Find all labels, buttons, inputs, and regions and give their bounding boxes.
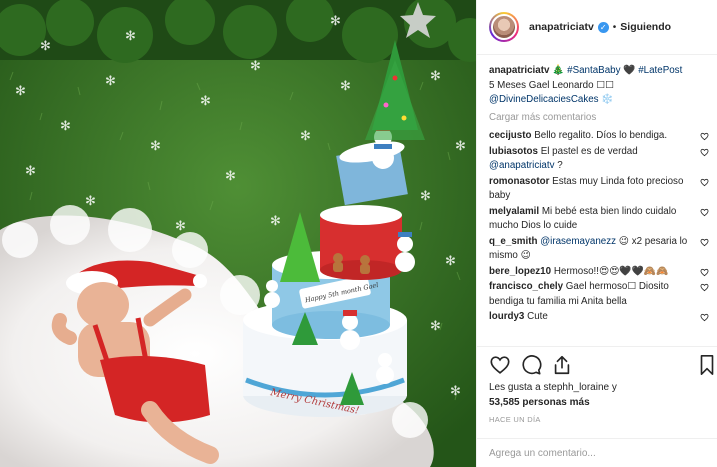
heart-icon[interactable] [489,354,511,376]
post-caption: anapatriciatv 🎄 #SantaBaby 🖤 #LatePost 5… [489,64,709,108]
comment-item: francisco_chely Gael hermoso☐ Diosito be… [489,280,709,309]
comment-text: ? [554,160,563,171]
comment-text: Bello regalito. Díos lo bendiga. [534,130,668,141]
share-icon[interactable] [551,354,573,376]
comment-list: cecijusto Bello regalito. Díos lo bendig… [489,129,709,325]
comment-username[interactable]: lubiasotos [489,146,538,157]
svg-text:✻: ✻ [225,169,236,184]
caption-username[interactable]: anapatriciatv [489,65,549,76]
comment-item: cecijusto Bello regalito. Díos lo bendig… [489,129,709,144]
svg-text:✻: ✻ [330,14,341,29]
likes-count[interactable]: 53,585 [489,397,520,408]
post-actions: Les gusta a stephh_loraine y 53,585 pers… [477,346,717,438]
caption-line: 5 Meses Gael Leonardo ☐☐ [489,79,614,91]
comment-like-heart-icon[interactable] [700,268,709,277]
bookmark-icon[interactable] [699,354,715,376]
svg-text:✻: ✻ [175,219,186,234]
comment-text: El pastel es de verdad [540,145,638,157]
svg-text:✻: ✻ [15,84,26,99]
svg-text:✻: ✻ [85,194,96,209]
post-photo[interactable]: ✻✻✻ ✻✻✻ ✻✻✻ ✻✻✻ ✻✻✻ ✻✻✻ ✻✻✻ ✻✻ Merry Chr… [0,0,476,467]
svg-text:✻: ✻ [445,254,456,269]
comment-username[interactable]: cecijusto [489,130,531,141]
svg-text:✻: ✻ [60,119,71,134]
comment-item: bere_lopez10 Hermoso!!😍😍🖤🖤🙈🙈 [489,265,709,280]
comment-item: lourdy3 Cute [489,310,709,325]
comment-item: romonasotor Estas muy Linda foto precios… [489,175,709,204]
comment-username[interactable]: romonasotor [489,176,549,187]
likes-summary: Les gusta a stephh_loraine y 53,585 pers… [489,381,617,410]
svg-text:✻: ✻ [250,59,261,74]
following-button[interactable]: Siguiendo [620,21,671,33]
comment-like-heart-icon[interactable] [700,238,709,247]
svg-text:✻: ✻ [300,129,311,144]
svg-text:✻: ✻ [270,214,281,229]
svg-text:✻: ✻ [455,139,466,154]
likes-line[interactable]: Les gusta a stephh_loraine y [489,381,617,396]
svg-text:✻: ✻ [340,79,351,94]
comment-like-heart-icon[interactable] [700,148,709,157]
hashtag-latepost[interactable]: #LatePost [638,65,682,76]
comment-item: melyalamil Mi bebé esta bien lindo cuida… [489,205,709,234]
comment-like-heart-icon[interactable] [700,132,709,141]
action-bar [489,354,714,378]
comment-username[interactable]: q_e_smith [489,236,537,247]
comment-like-heart-icon[interactable] [700,178,709,187]
likes-count-suffix[interactable]: personas más [520,397,589,408]
snow-emoji: ❄️ [601,94,614,105]
header-username[interactable]: anapatriciatv [529,21,594,33]
tree-emoji: 🎄 [552,65,565,76]
comment-item: lubiasotos El pastel es de verdad @anapa… [489,145,709,174]
svg-text:✻: ✻ [430,319,441,334]
add-comment-bar [477,438,717,467]
svg-text:✻: ✻ [420,189,431,204]
christmas-cake-baby-image: ✻✻✻ ✻✻✻ ✻✻✻ ✻✻✻ ✻✻✻ ✻✻✻ ✻✻✻ ✻✻ Merry Chr… [0,0,476,467]
comment-username[interactable]: melyalamil [489,206,539,217]
post-side-panel: anapatriciatv ✓ • Siguiendo anapatriciat… [476,0,717,467]
caption-mention[interactable]: @DivineDelicaciesCakes [489,94,599,105]
svg-text:✻: ✻ [200,94,211,109]
svg-text:✻: ✻ [125,29,136,44]
svg-text:✻: ✻ [430,69,441,84]
comment-like-heart-icon[interactable] [700,208,709,217]
svg-text:✻: ✻ [105,74,116,89]
svg-text:✻: ✻ [150,139,161,154]
comment-icon[interactable] [520,354,542,376]
load-more-comments-link[interactable]: Cargar más comentarios [489,111,709,126]
comment-text: Cute [527,311,548,322]
comment-username[interactable]: francisco_chely [489,281,563,292]
hashtag-santababy[interactable]: #SantaBaby [567,65,620,76]
post-timestamp[interactable]: HACE UN DÍA [489,415,541,424]
comment-text: Hermoso!!😍😍🖤🖤🙈🙈 [553,265,669,277]
comment-item: q_e_smith @irasemayanezz 😉 x2 pesaria lo… [489,235,709,264]
post-header: anapatriciatv ✓ • Siguiendo [477,0,717,55]
comment-mention[interactable]: @anapatriciatv [489,160,555,171]
header-separator: • [612,21,617,33]
svg-text:✻: ✻ [40,39,51,54]
verified-badge-icon: ✓ [597,21,609,33]
svg-text:✻: ✻ [25,164,36,179]
comment-like-heart-icon[interactable] [700,283,709,292]
comment-username[interactable]: bere_lopez10 [489,266,551,277]
svg-text:✻: ✻ [450,384,461,399]
comment-mention[interactable]: @irasemayanezz [540,236,616,247]
comment-like-heart-icon[interactable] [700,313,709,322]
comment-username[interactable]: lourdy3 [489,311,524,322]
heart-emoji: 🖤 [623,65,636,76]
comments-section: anapatriciatv 🎄 #SantaBaby 🖤 #LatePost 5… [489,64,709,346]
avatar[interactable] [489,12,519,42]
add-comment-input[interactable] [489,447,699,459]
